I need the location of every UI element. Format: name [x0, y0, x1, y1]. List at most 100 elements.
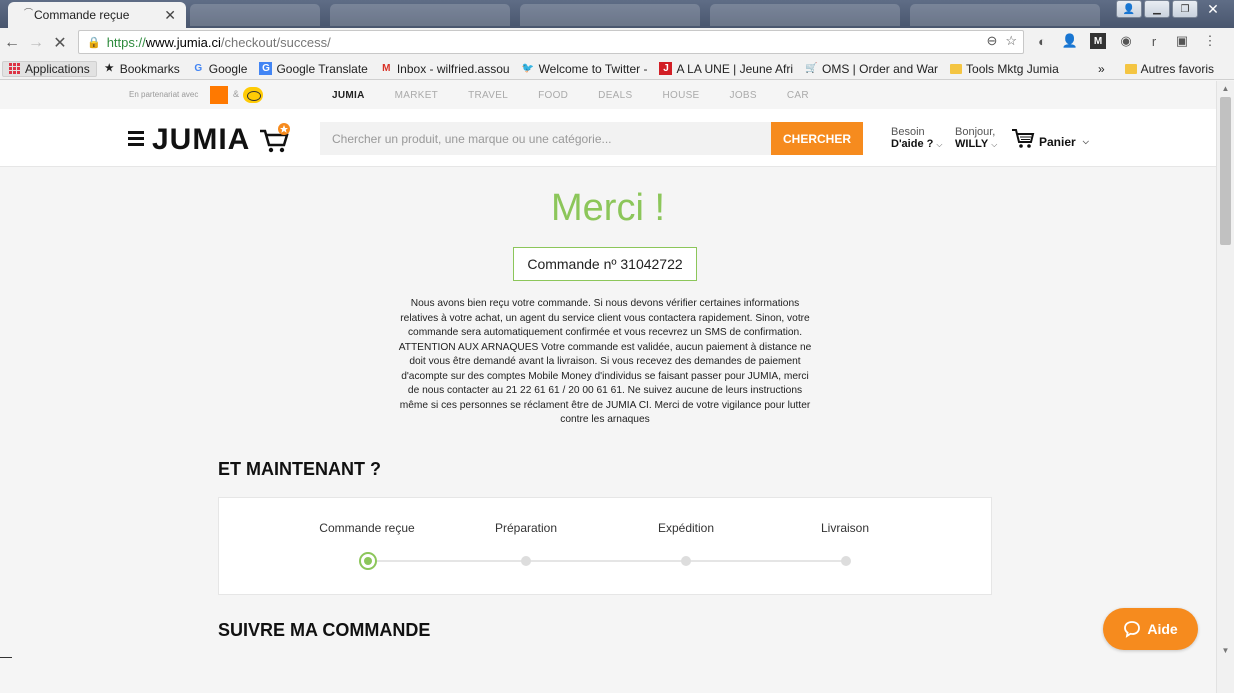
window-controls: 👤 ▁ ❐ ✕ — [1116, 0, 1226, 18]
background-tab[interactable] — [910, 4, 1100, 26]
forward-icon[interactable]: → — [24, 34, 48, 52]
stop-loading-icon[interactable]: ✕ — [48, 33, 72, 53]
bookmark-star-icon[interactable]: ☆ — [1005, 33, 1017, 49]
extension-icon[interactable]: ◐ — [1034, 33, 1050, 49]
omnibox-icons: ⊖ ☆ — [986, 33, 1017, 49]
cart-button[interactable]: Panier ⌵ — [1011, 128, 1089, 150]
bookmark-label: Tools Mktg Jumia — [966, 61, 1059, 76]
bookmark-google-translate[interactable]: G Google Translate — [253, 62, 373, 76]
star-icon: ★ — [104, 63, 114, 74]
account-menu[interactable]: Bonjour, WILLY ⌵ — [955, 126, 997, 151]
address-bar[interactable]: 🔒 https://www.jumia.ci/checkout/success/… — [78, 30, 1024, 54]
step-dot-received — [359, 552, 377, 570]
partner-amp: & — [233, 89, 240, 99]
browser-titlebar: ⌒ Commande reçue ✕ 👤 ▁ ❐ ✕ — [0, 0, 1234, 28]
page-loading-icon: ⌒ — [24, 8, 34, 18]
bookmark-label: Google Translate — [276, 61, 368, 76]
url-scheme: https:// — [106, 34, 146, 50]
order-number: Commande nº 31042722 — [513, 247, 697, 281]
vertical-travel[interactable]: TRAVEL — [468, 90, 508, 101]
extension-r-icon[interactable]: r — [1146, 33, 1162, 49]
vertical-food[interactable]: FOOD — [538, 90, 568, 101]
cart-icon — [1012, 129, 1035, 148]
thank-you-title: Merci ! — [551, 187, 665, 229]
tab-title: Commande reçue — [34, 8, 130, 22]
bookmark-tools-mktg[interactable]: Tools Mktg Jumia — [944, 62, 1065, 76]
partner-text: En partenariat avec — [129, 90, 199, 99]
background-tab[interactable] — [520, 4, 700, 26]
bookmarks-bar: Applications ★ Bookmarks G Google G Goog… — [0, 58, 1234, 80]
chevron-down-icon: ⌵ — [1082, 137, 1089, 146]
scroll-thumb[interactable] — [1220, 97, 1231, 245]
help-menu[interactable]: Besoin D'aide ? ⌵ — [891, 126, 942, 151]
search-button[interactable]: CHERCHER — [771, 122, 863, 155]
active-tab[interactable]: ⌒ Commande reçue ✕ — [8, 2, 186, 28]
chevron-down-icon: ⌵ — [936, 140, 943, 149]
bookmark-jeune-afrique[interactable]: J A LA UNE | Jeune Afri — [653, 62, 799, 76]
help-line2: D'aide ? — [891, 138, 934, 150]
bookmark-inbox[interactable]: M Inbox - wilfried.assou — [374, 62, 516, 76]
help-chat-label: Aide — [1147, 621, 1178, 637]
follow-order-heading: SUIVRE MA COMMANDE — [218, 620, 431, 640]
minimize-icon[interactable]: ▁ — [1144, 0, 1170, 18]
extension-m-icon[interactable]: M — [1090, 33, 1106, 49]
vertical-house[interactable]: HOUSE — [662, 90, 699, 101]
menu-kebab-icon[interactable]: ⋮ — [1202, 33, 1218, 49]
google-icon: G — [194, 63, 203, 74]
progress-track — [368, 560, 846, 562]
vertical-car[interactable]: CAR — [787, 90, 809, 101]
bookmark-oms[interactable]: 🛒 OMS | Order and War — [799, 62, 944, 76]
bookmark-applications[interactable]: Applications — [2, 60, 97, 77]
background-tab[interactable] — [710, 4, 900, 26]
restore-icon[interactable]: ❐ — [1172, 0, 1198, 18]
bookmark-twitter[interactable]: 🐦 Welcome to Twitter - — [516, 62, 654, 76]
browser-toolbar: ← → ✕ 🔒 https://www.jumia.ci/checkout/su… — [0, 28, 1234, 58]
other-bookmarks[interactable]: Autres favoris — [1119, 62, 1220, 76]
back-icon[interactable]: ← — [0, 34, 24, 52]
logo-cart-icon — [260, 123, 290, 153]
vertical-jumia[interactable]: JUMIA — [332, 90, 365, 101]
verticals-nav: JUMIA MARKET TRAVEL FOOD DEALS HOUSE JOB… — [332, 90, 809, 101]
screenshot-icon[interactable]: ◉ — [1118, 33, 1134, 49]
next-steps-heading: ET MAINTENANT ? — [218, 459, 381, 479]
extension-bag-icon[interactable]: ▣ — [1174, 33, 1190, 49]
bookmarks-right: » Autres favoris — [1098, 58, 1220, 80]
bookmark-google[interactable]: G Google — [186, 62, 254, 76]
chat-bubble-icon — [1124, 621, 1141, 638]
url-host: www.jumia.ci — [145, 34, 221, 50]
bookmark-label: OMS | Order and War — [822, 61, 939, 76]
bookmark-label: Applications — [25, 61, 90, 76]
site-header: JUMIA Chercher un produit, une marque ou… — [0, 109, 1216, 167]
hamburger-menu-icon[interactable] — [128, 131, 144, 149]
tab-close-icon[interactable]: ✕ — [164, 7, 176, 24]
news-icon: J — [659, 62, 673, 75]
bookmarks-overflow-icon[interactable]: » — [1098, 62, 1105, 76]
step-label-shipping: Expédition — [657, 521, 715, 535]
vertical-market[interactable]: MARKET — [395, 90, 438, 101]
background-tab[interactable] — [190, 4, 320, 26]
background-tab[interactable] — [330, 4, 510, 26]
user-name: WILLY — [955, 138, 989, 150]
help-line1: Besoin — [891, 126, 925, 138]
step-label-preparation: Préparation — [494, 521, 558, 535]
bookmark-bookmarks[interactable]: ★ Bookmarks — [97, 62, 186, 76]
apps-grid-icon — [9, 62, 21, 75]
url-path: /checkout/success/ — [220, 34, 331, 50]
help-chat-button[interactable]: Aide — [1103, 608, 1198, 650]
scroll-up-icon[interactable]: ▲ — [1217, 84, 1234, 93]
close-window-icon[interactable]: ✕ — [1200, 0, 1226, 18]
vertical-deals[interactable]: DEALS — [598, 90, 632, 101]
jumia-logo[interactable]: JUMIA — [152, 123, 250, 157]
scroll-down-icon[interactable]: ▼ — [1217, 646, 1234, 655]
zoom-icon[interactable]: ⊖ — [986, 33, 997, 49]
profile-icon[interactable]: 👤 — [1116, 0, 1142, 18]
search-input[interactable]: Chercher un produit, une marque ou une c… — [320, 122, 771, 155]
confirmation-message: Nous avons bien reçu votre commande. Si … — [398, 298, 812, 425]
page: En partenariat avec & JUMIA MARKET TRAVE… — [0, 81, 1216, 693]
divider — [0, 657, 12, 658]
bookmark-label: Inbox - wilfried.assou — [396, 61, 510, 76]
extension-user-icon[interactable]: 👤 — [1062, 33, 1078, 49]
page-scrollbar[interactable]: ▲ ▼ — [1216, 81, 1234, 693]
hello-line1: Bonjour, — [955, 126, 996, 138]
vertical-jobs[interactable]: JOBS — [730, 90, 757, 101]
